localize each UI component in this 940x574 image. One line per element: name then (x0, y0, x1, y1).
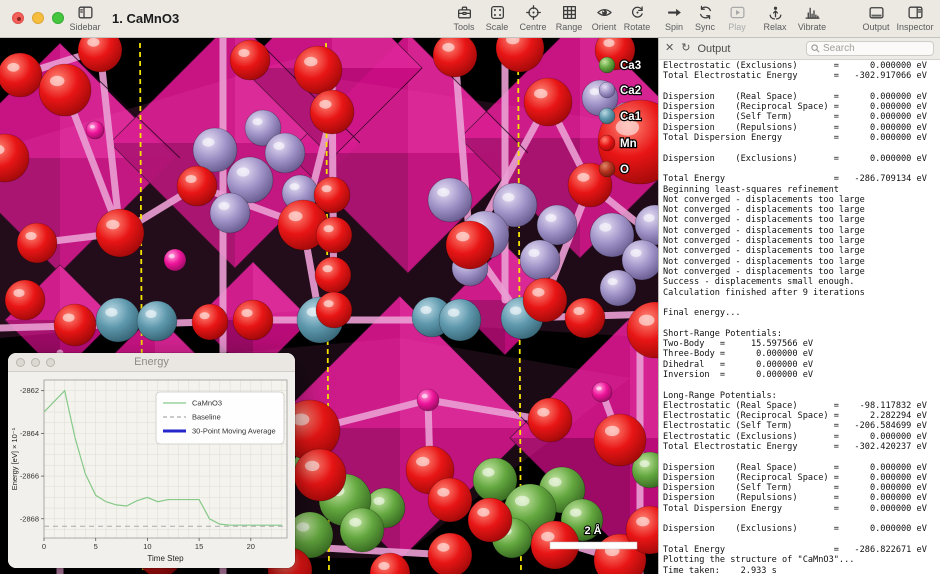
output-panel-title: Output (697, 43, 730, 55)
energy-plot-window[interactable]: Energy 0 5 10 15 20 -2862 -2864 -2866 -2868 Time … (8, 353, 295, 568)
svg-text:0: 0 (42, 542, 46, 551)
atom-legend-label: O (620, 164, 629, 176)
output-log[interactable]: Electrostatic (Exclusions) = 0.000000 eV… (659, 60, 940, 574)
output-panel-header: ✕ ↻ Output (659, 38, 940, 60)
spectrum-icon (784, 4, 840, 21)
close-window-button[interactable] (12, 12, 24, 24)
svg-text:20: 20 (247, 542, 255, 551)
svg-text:-2864: -2864 (20, 429, 39, 438)
atom-legend-label: Ca3 (620, 60, 641, 72)
atom-legend-item: Ca1 (599, 108, 642, 124)
vibrate-label: Vibrate (784, 22, 840, 32)
output-log-text: Electrostatic (Exclusions) = 0.000000 eV… (663, 61, 936, 574)
svg-text:-2866: -2866 (20, 472, 39, 481)
atom-legend-item: Ca2 (599, 82, 641, 98)
chart-ylabel: Energy [eV] × 10⁻¹ (10, 427, 19, 490)
sidebar-toggle-button[interactable]: Sidebar (57, 4, 113, 32)
svg-text:10: 10 (143, 542, 151, 551)
atom-legend-label: Ca2 (620, 85, 641, 97)
atom-legend-item: Ca3 (599, 57, 641, 73)
vibrate-button[interactable]: Vibrate (784, 4, 840, 32)
energy-window-titlebar[interactable]: Energy (8, 353, 295, 372)
window-title: 1. CaMnO3 (112, 11, 179, 26)
svg-text:-2862: -2862 (20, 386, 39, 395)
chart-legend-label: CaMnO3 (192, 399, 222, 408)
output-panel: ✕ ↻ Output Electrostatic (Exclusions) = … (658, 38, 940, 574)
minimize-window-button[interactable] (32, 12, 44, 24)
close-output-icon[interactable]: ✕ (665, 43, 674, 54)
energy-window-title: Energy (8, 356, 295, 368)
svg-text:15: 15 (195, 542, 203, 551)
svg-text:5: 5 (94, 542, 98, 551)
svg-text:-2868: -2868 (20, 514, 39, 523)
scale-bar-label: 2 Å (584, 524, 601, 537)
sidebar-label: Sidebar (57, 22, 113, 32)
inspector-label: Inspector (887, 22, 940, 32)
chart-xlabel: Time Step (147, 554, 184, 563)
search-field[interactable] (806, 41, 934, 56)
sidebar-icon (57, 4, 113, 21)
inspector-panel-icon (887, 4, 940, 21)
energy-chart: 0 5 10 15 20 -2862 -2864 -2866 -2868 Time Step Ene… (8, 372, 295, 568)
atom-legend-label: Mn (620, 138, 637, 150)
scale-bar (550, 542, 637, 549)
search-input[interactable] (823, 43, 929, 54)
search-icon (811, 44, 820, 53)
main-toolbar: Sidebar 1. CaMnO3 Tools Scale Centre Ran… (0, 0, 940, 38)
chart-legend: CaMnO3 Baseline 30-Point Moving Average (156, 392, 284, 444)
reload-output-icon[interactable]: ↻ (681, 43, 690, 54)
chart-legend-label: 30-Point Moving Average (192, 427, 276, 436)
application-window: Sidebar 1. CaMnO3 Tools Scale Centre Ran… (0, 0, 940, 574)
atom-legend-label: Ca1 (620, 111, 642, 123)
chart-legend-label: Baseline (192, 413, 221, 422)
inspector-button[interactable]: Inspector (887, 4, 940, 32)
